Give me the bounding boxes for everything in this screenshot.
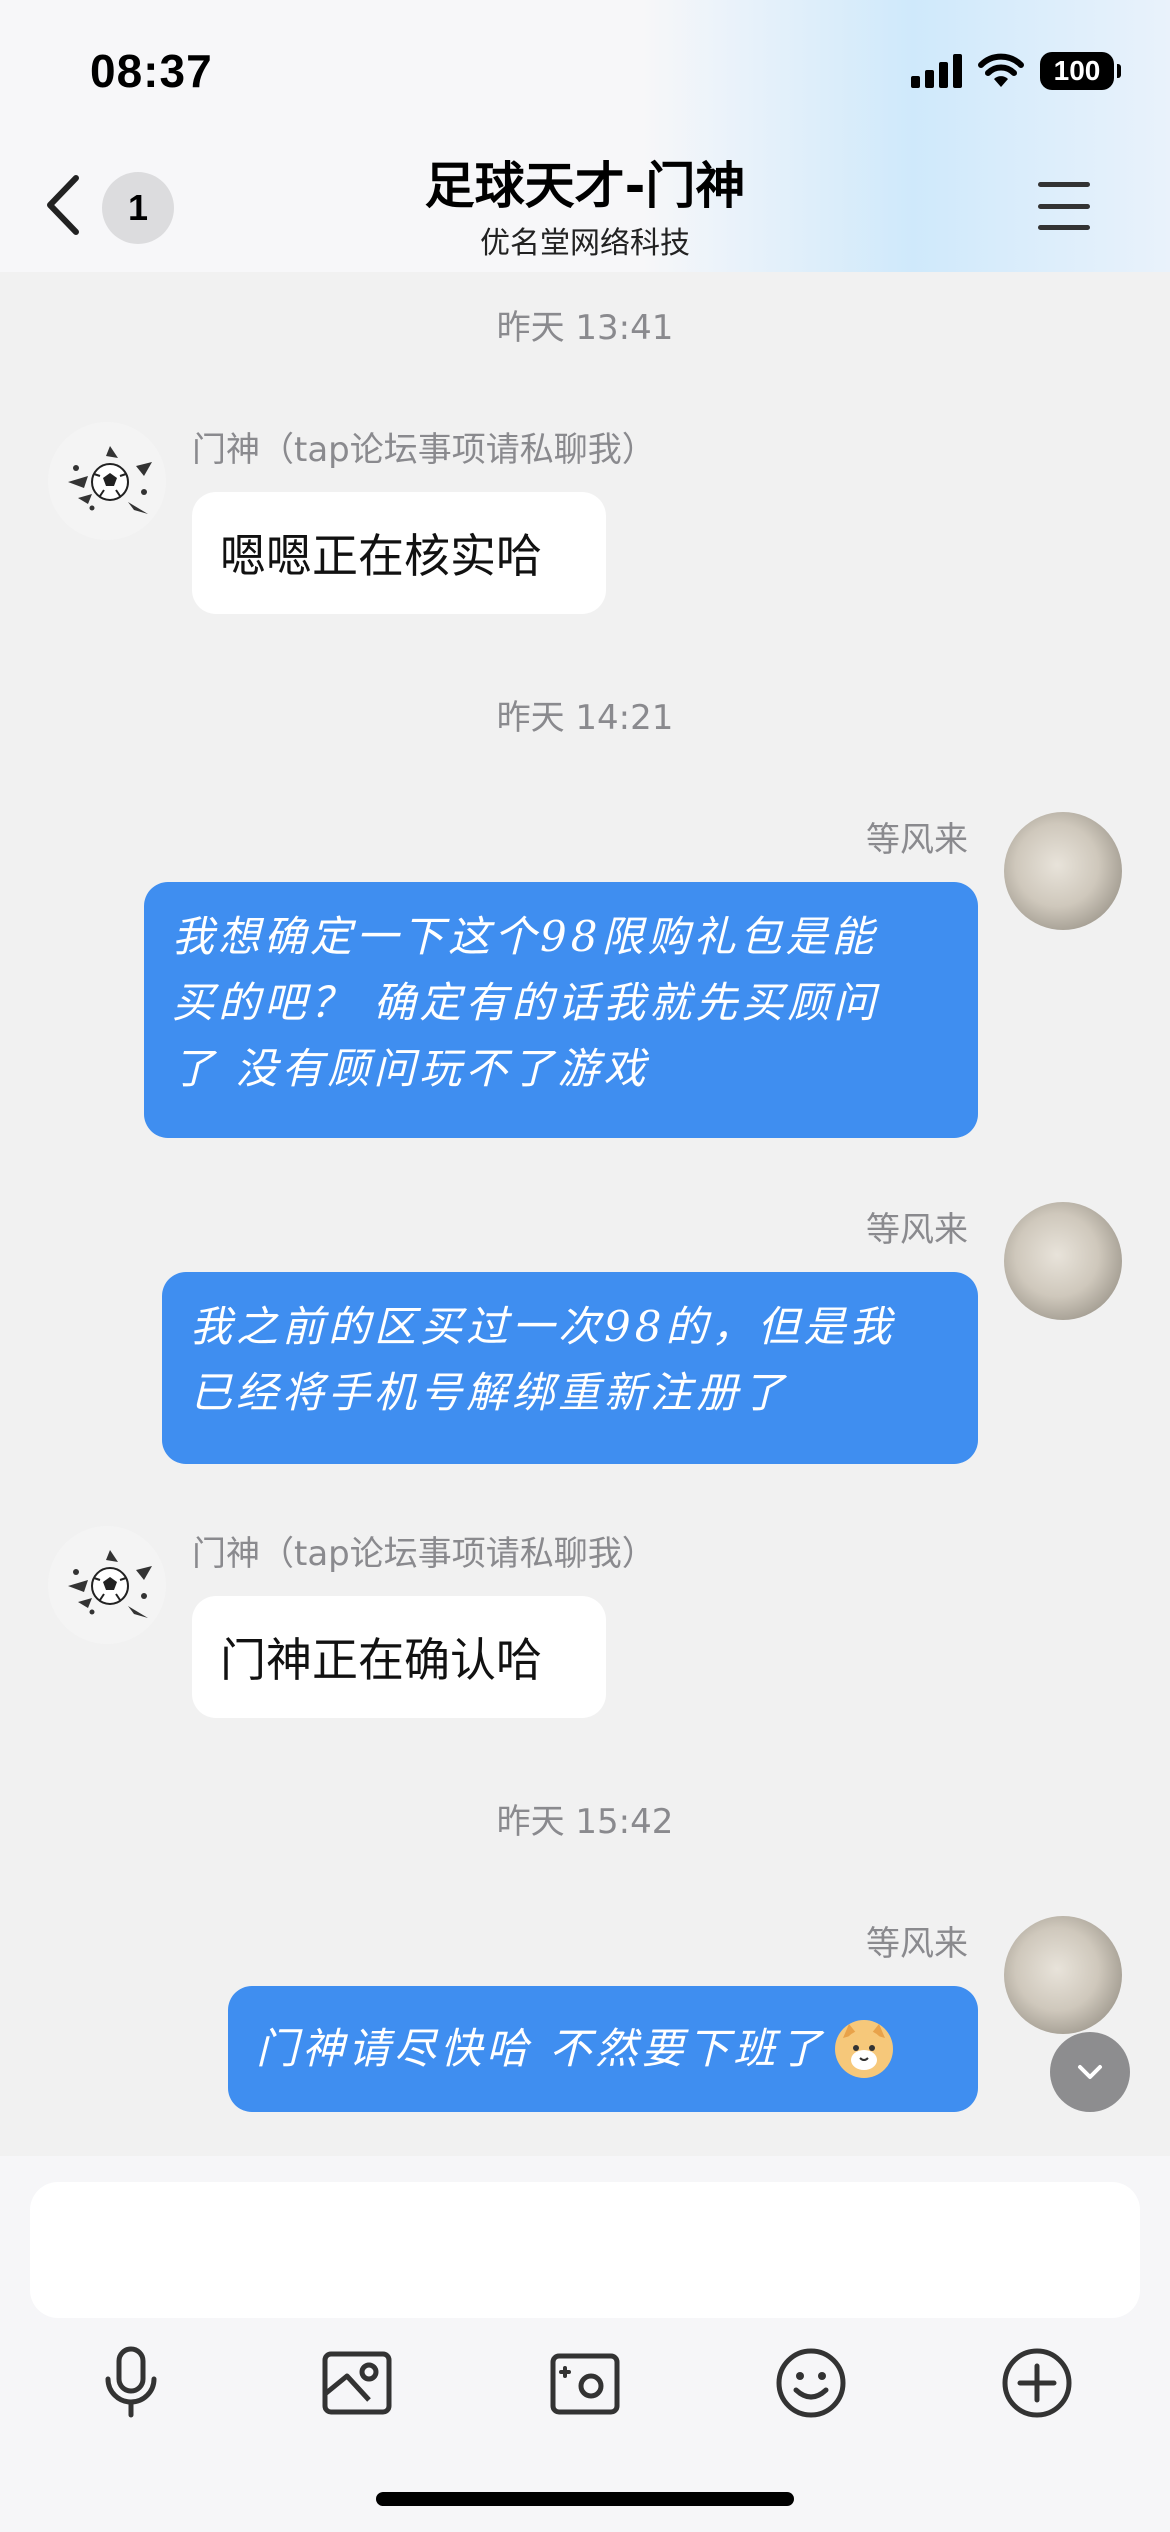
camera-icon: [550, 2353, 620, 2415]
sender-avatar[interactable]: [48, 1526, 166, 1644]
user-avatar[interactable]: [1004, 812, 1122, 930]
soccer-ball-icon: [68, 1550, 152, 1618]
message-list[interactable]: 昨天 13:41 门神（tap论坛事项请私聊我） 嗯嗯正在核实哈 昨天 14:2…: [0, 272, 1170, 2152]
sender-name: 等风来: [866, 820, 968, 860]
chat-subtitle: 优名堂网络科技: [480, 226, 690, 261]
home-indicator: [376, 2492, 794, 2506]
message-text-line: 已经将手机号解绑重新注册了: [190, 1368, 789, 1417]
message-bubble[interactable]: 嗯嗯正在核实哈: [192, 492, 606, 614]
camera-button[interactable]: [540, 2338, 630, 2428]
message-bubble[interactable]: 我想确定一下这个98限购礼包是能 买的吧？ 确定有的话我就先买顾问 了 没有顾问…: [144, 882, 978, 1138]
wifi-icon: [978, 53, 1024, 87]
sender-avatar[interactable]: [48, 422, 166, 540]
message-text-line: 买的吧？ 确定有的话我就先买顾问: [172, 978, 880, 1027]
image-icon: [322, 2351, 392, 2415]
message-text-line: 我之前的区买过一次98的，但是我: [190, 1302, 896, 1351]
user-avatar[interactable]: [1004, 1202, 1122, 1320]
message-text-line: 我想确定一下这个98限购礼包是能: [172, 912, 878, 961]
image-button[interactable]: [312, 2338, 402, 2428]
plus-icon: [1002, 2348, 1072, 2418]
message-text: 门神正在确认哈: [220, 1633, 542, 1687]
chat-title: 足球天才-门神: [424, 157, 746, 215]
timestamp: 昨天 13:41: [496, 308, 674, 348]
sender-name: 门神（tap论坛事项请私聊我）: [192, 1534, 656, 1574]
message-text: 门神请尽快哈 不然要下班了: [256, 2024, 826, 2073]
message-bubble[interactable]: 门神正在确认哈: [192, 1596, 606, 1718]
more-button[interactable]: [992, 2338, 1082, 2428]
message-input[interactable]: [30, 2182, 1140, 2318]
cat-face-emoji-icon: [835, 2020, 894, 2078]
composer-toolbar: [0, 2338, 1170, 2448]
emoji-icon: [776, 2348, 846, 2418]
status-time: 08:37: [90, 45, 213, 97]
menu-icon[interactable]: [1038, 182, 1090, 230]
sender-name: 等风来: [866, 1924, 968, 1964]
chat-header: 08:37 100 1 足球天才-门神 优名堂网络科技: [0, 0, 1170, 272]
cellular-signal-icon: [911, 54, 962, 88]
timestamp: 昨天 15:42: [496, 1802, 674, 1842]
sender-name: 等风来: [866, 1210, 968, 1250]
battery-icon: 100: [1040, 52, 1121, 90]
emoji-button[interactable]: [766, 2338, 856, 2428]
user-avatar[interactable]: [1004, 1916, 1122, 2034]
scroll-to-bottom-button[interactable]: [1050, 2032, 1130, 2112]
status-icons: 100: [911, 50, 1121, 92]
message-bubble[interactable]: 我之前的区买过一次98的，但是我 已经将手机号解绑重新注册了: [162, 1272, 978, 1464]
composer: [0, 2156, 1170, 2532]
voice-button[interactable]: [86, 2338, 176, 2428]
microphone-icon: [105, 2346, 157, 2418]
soccer-ball-icon: [68, 446, 152, 514]
message-text-line: 了 没有顾问玩不了游戏: [172, 1044, 650, 1093]
sender-name: 门神（tap论坛事项请私聊我）: [192, 430, 656, 470]
chevron-down-icon: [1078, 2065, 1102, 2079]
timestamp: 昨天 14:21: [496, 698, 674, 738]
message-text: 嗯嗯正在核实哈: [220, 529, 542, 583]
message-bubble[interactable]: 门神请尽快哈 不然要下班了: [228, 1986, 978, 2112]
